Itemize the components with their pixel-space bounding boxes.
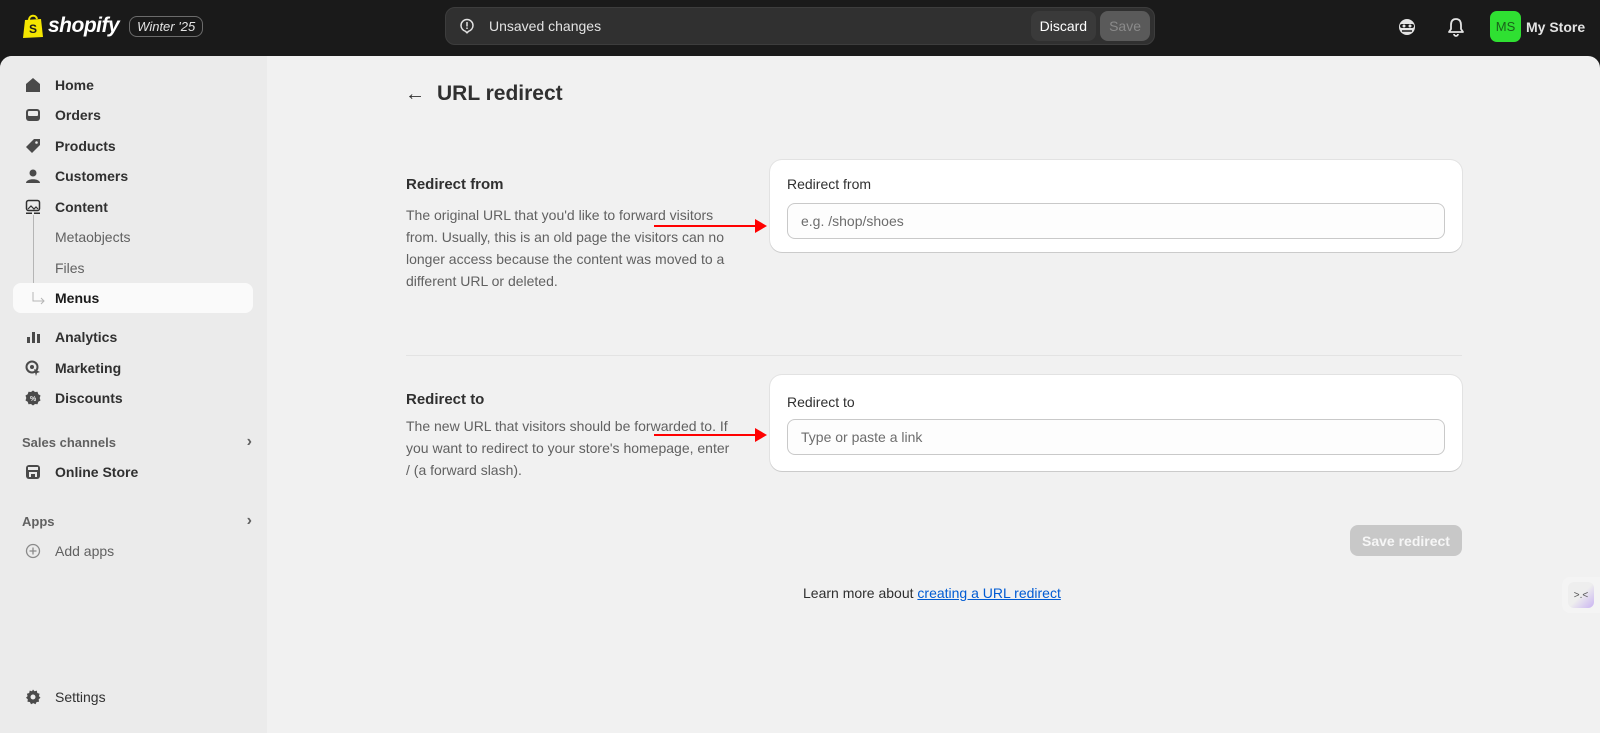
save-button[interactable]: Save <box>1100 11 1150 41</box>
sales-channels-header[interactable]: Sales channels › <box>22 433 252 451</box>
admin-frame: Home Orders Products Customers Content M… <box>0 56 1600 733</box>
redirect-to-section-title: Redirect to <box>406 391 485 408</box>
unsaved-changes-bar: Unsaved changes Discard Save <box>445 7 1155 45</box>
sidebar-item-products[interactable]: Products <box>13 131 253 161</box>
redirect-from-section-title: Redirect from <box>406 176 504 193</box>
sidebar: Home Orders Products Customers Content M… <box>0 56 267 733</box>
sidebar-item-customers[interactable]: Customers <box>13 161 253 191</box>
sidekick-button[interactable]: >.< <box>1562 577 1600 613</box>
sidebar-item-label: Add apps <box>55 543 115 559</box>
sidebar-item-content[interactable]: Content <box>13 192 253 222</box>
redirect-to-description: The new URL that visitors should be forw… <box>406 418 730 478</box>
sidebar-item-label: Content <box>55 199 108 215</box>
sidebar-item-label: Marketing <box>55 360 122 376</box>
sidebar-item-marketing[interactable]: Marketing <box>13 353 253 383</box>
page-title: URL redirect <box>437 82 563 105</box>
bar-chart-icon <box>24 328 42 346</box>
redirect-from-card: Redirect from <box>770 160 1462 252</box>
sidebar-item-label: Discounts <box>55 390 123 406</box>
alert-icon <box>460 18 474 34</box>
chevron-right-icon[interactable]: › <box>247 512 252 530</box>
svg-text:%: % <box>30 396 37 403</box>
target-icon <box>24 359 42 377</box>
sidekick-face-icon: >.< <box>1568 582 1594 608</box>
tag-icon <box>24 137 42 155</box>
store-menu[interactable]: MS My Store <box>1490 11 1585 42</box>
sidebar-item-label: Customers <box>55 168 129 184</box>
discard-button[interactable]: Discard <box>1030 11 1097 41</box>
person-icon <box>24 167 42 185</box>
brand-name: shopify <box>48 14 120 37</box>
learn-more-prefix: Learn more about <box>803 585 918 601</box>
edition-badge[interactable]: Winter '25 <box>129 15 204 37</box>
sidebar-item-label: Menus <box>55 290 100 306</box>
sidebar-item-label: Online Store <box>55 464 139 480</box>
svg-text:S: S <box>29 22 37 36</box>
gear-icon <box>24 688 42 706</box>
sidebar-item-label: Orders <box>55 107 101 123</box>
chevron-right-icon[interactable]: › <box>247 433 252 451</box>
apps-header[interactable]: Apps › <box>22 512 252 530</box>
sidebar-item-home[interactable]: Home <box>13 70 253 100</box>
tree-branch-icon <box>32 292 45 305</box>
unsaved-message: Unsaved changes <box>489 18 602 34</box>
redirect-to-label: Redirect to <box>787 394 855 410</box>
shopify-logo[interactable]: S shopify Winter '25 <box>22 13 204 39</box>
incognito-icon[interactable] <box>1396 16 1418 38</box>
top-bar: S shopify Winter '25 Unsaved changes Dis… <box>0 0 1600 56</box>
annotation-arrow-from <box>654 219 767 233</box>
learn-more: Learn more about creating a URL redirect <box>803 585 1061 601</box>
sidebar-item-online-store[interactable]: Online Store <box>13 457 253 487</box>
redirect-to-input[interactable] <box>787 419 1445 455</box>
redirect-to-card: Redirect to <box>770 375 1462 471</box>
sidebar-item-label: Files <box>55 260 85 276</box>
annotation-arrow-to <box>654 428 767 442</box>
redirect-from-label: Redirect from <box>787 176 872 192</box>
sidebar-item-metaobjects[interactable]: Metaobjects <box>13 222 253 252</box>
redirect-from-input[interactable] <box>787 203 1445 239</box>
sidebar-item-label: Home <box>55 77 94 93</box>
sidebar-item-orders[interactable]: Orders <box>13 100 253 130</box>
sidebar-item-label: Analytics <box>55 329 118 345</box>
apps-heading: Apps <box>22 513 55 529</box>
sidebar-item-discounts[interactable]: % Discounts <box>13 383 253 413</box>
sidebar-item-settings[interactable]: Settings <box>13 682 253 712</box>
sidebar-item-label: Metaobjects <box>55 229 131 245</box>
save-redirect-button[interactable]: Save redirect <box>1350 525 1462 556</box>
inbox-icon <box>24 106 42 124</box>
page-header: ← URL redirect <box>405 82 563 106</box>
sidebar-item-menus[interactable]: Menus <box>13 283 253 313</box>
plus-circle-icon <box>24 542 42 560</box>
back-arrow-icon[interactable]: ← <box>405 83 425 106</box>
store-avatar: MS <box>1490 11 1521 42</box>
sidebar-item-files[interactable]: Files <box>13 253 253 283</box>
sales-channels-heading: Sales channels <box>22 434 116 450</box>
shopify-bag-icon: S <box>23 14 43 38</box>
redirect-from-description: The original URL that you'd like to forw… <box>406 207 725 289</box>
sidebar-item-analytics[interactable]: Analytics <box>13 322 253 352</box>
section-divider <box>406 355 1462 356</box>
sidebar-item-label: Settings <box>55 689 106 705</box>
store-name: My Store <box>1526 18 1586 35</box>
sidebar-item-add-apps[interactable]: Add apps <box>13 536 253 566</box>
learn-more-link[interactable]: creating a URL redirect <box>917 585 1060 601</box>
sidebar-item-label: Products <box>55 138 116 154</box>
bell-icon[interactable] <box>1445 16 1467 38</box>
store-icon <box>24 463 42 481</box>
image-icon <box>24 198 42 216</box>
discount-icon: % <box>24 389 42 407</box>
home-icon <box>24 76 42 94</box>
